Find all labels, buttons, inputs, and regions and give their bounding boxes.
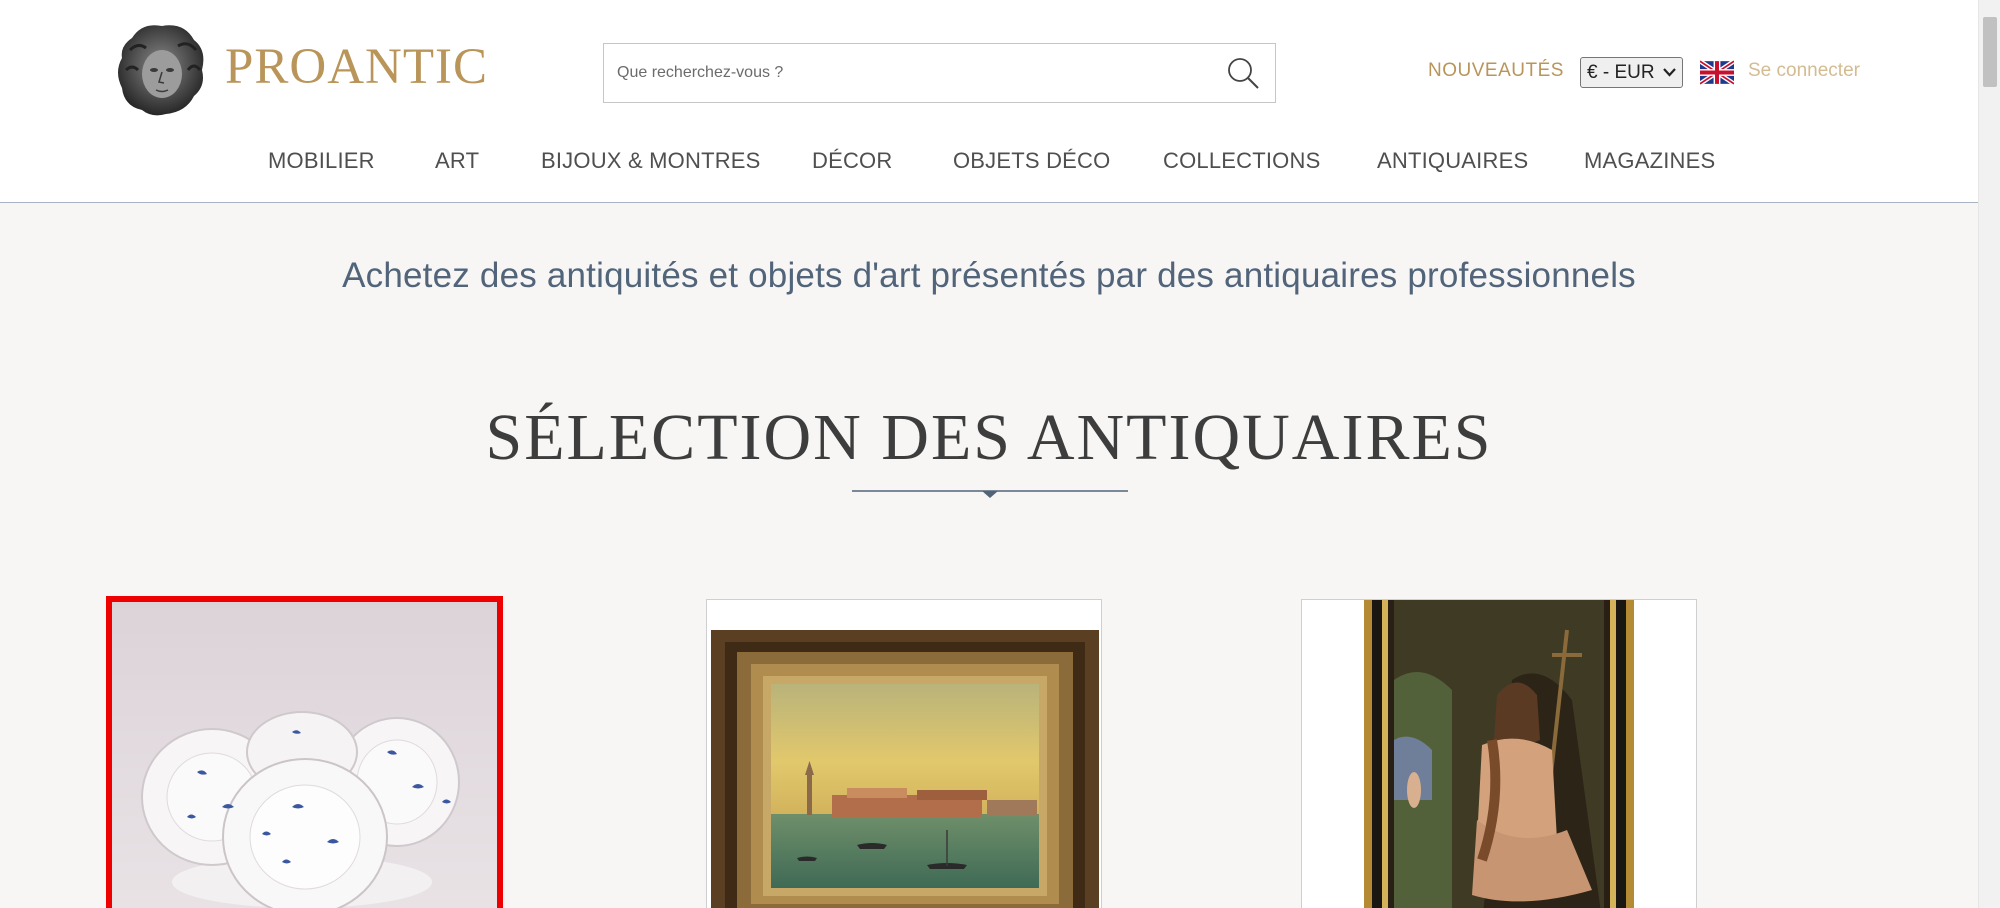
login-link[interactable]: Se connecter	[1748, 60, 1860, 82]
uk-flag-icon[interactable]	[1700, 60, 1734, 85]
search-input[interactable]	[604, 44, 1194, 102]
nav-item-antiquaires[interactable]: ANTIQUAIRES	[1377, 148, 1528, 174]
chevron-down-icon	[1663, 68, 1676, 77]
section-title: SÉLECTION DES ANTIQUAIRES	[485, 401, 1493, 474]
site-header: PROANTIC NOUVEAUTÉS € - EUR Se connecter…	[0, 0, 1978, 203]
nav-item-objets-deco[interactable]: OBJETS DÉCO	[953, 148, 1110, 174]
page: PROANTIC NOUVEAUTÉS € - EUR Se connecter…	[0, 0, 2000, 908]
venice-painting-image	[707, 600, 1101, 908]
product-card-saint-john-painting[interactable]	[1301, 599, 1697, 908]
nav-item-art[interactable]: ART	[435, 148, 479, 174]
nav-item-mobilier[interactable]: MOBILIER	[268, 148, 375, 174]
scrollbar-thumb[interactable]	[1983, 17, 1997, 87]
search-icon[interactable]	[1225, 55, 1261, 91]
tagline: Achetez des antiquités et objets d'art p…	[342, 256, 1636, 295]
nouveautes-link[interactable]: NOUVEAUTÉS	[1428, 60, 1564, 82]
nav-item-collections[interactable]: COLLECTIONS	[1163, 148, 1320, 174]
porcelain-plates-image	[112, 602, 497, 908]
currency-selected-value: € - EUR	[1587, 61, 1655, 83]
main-nav: MOBILIER ART BIJOUX & MONTRES DÉCOR OBJE…	[0, 148, 1978, 182]
title-underline-divider	[852, 490, 1128, 498]
currency-select[interactable]: € - EUR	[1580, 57, 1683, 88]
saint-john-painting-image	[1302, 600, 1696, 908]
logo-text[interactable]: PROANTIC	[225, 42, 488, 93]
search-bar	[603, 43, 1276, 103]
page-scrollbar[interactable]	[1978, 0, 2000, 908]
nav-item-decor[interactable]: DÉCOR	[812, 148, 892, 174]
nav-item-magazines[interactable]: MAGAZINES	[1584, 148, 1715, 174]
logo-bust-icon[interactable]	[112, 20, 210, 120]
product-card-venice-painting[interactable]	[706, 599, 1102, 908]
nav-item-bijoux-montres[interactable]: BIJOUX & MONTRES	[541, 148, 761, 174]
product-card-porcelain[interactable]	[106, 596, 503, 908]
